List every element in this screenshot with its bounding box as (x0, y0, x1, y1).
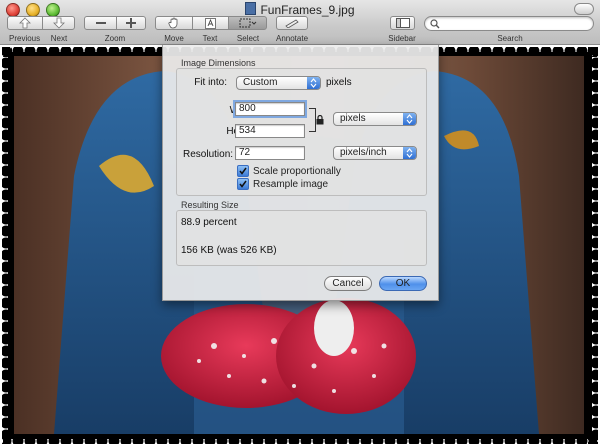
image-dimensions-title: Image Dimensions (181, 58, 256, 68)
scale-proportionally-label: Scale proportionally (253, 165, 341, 177)
scale-proportionally-checkbox[interactable]: Scale proportionally (237, 165, 341, 177)
height-field[interactable]: 534 (235, 124, 305, 138)
search-icon (430, 19, 440, 29)
sidebar-button[interactable] (390, 16, 415, 30)
resulting-size-title: Resulting Size (181, 200, 239, 210)
chevron-updown-icon (403, 113, 416, 125)
width-field[interactable]: 800 (233, 100, 307, 118)
resulting-percent: 88.9 percent (181, 217, 237, 228)
resulting-file-size: 156 KB (was 526 KB) (181, 245, 277, 256)
chevron-updown-icon (403, 147, 416, 159)
select-tool-button[interactable] (228, 16, 267, 30)
select-label: Select (236, 34, 260, 43)
cancel-button[interactable]: Cancel (324, 276, 372, 291)
adjust-size-sheet: Image Dimensions Fit into: Custom pixels… (162, 45, 439, 301)
hand-icon (168, 17, 178, 29)
lock-icon[interactable] (316, 115, 324, 125)
annotate-label: Annotate (275, 34, 309, 43)
window-title: FunFrames_9.jpg (0, 2, 600, 17)
previous-label: Previous (9, 34, 41, 43)
checkmark-icon (237, 165, 249, 177)
link-bracket (309, 108, 316, 132)
resolution-field[interactable]: 72 (235, 146, 305, 160)
checkmark-icon (237, 178, 249, 190)
sidebar-label: Sidebar (388, 34, 416, 43)
text-label: Text (202, 34, 218, 43)
fit-into-select-value: Custom (243, 77, 278, 88)
next-label: Next (50, 34, 68, 43)
next-button[interactable] (42, 16, 75, 30)
resolution-unit-value: pixels/inch (340, 147, 387, 158)
move-tool-button[interactable] (155, 16, 193, 30)
chevron-updown-icon (307, 77, 320, 89)
toolbar: FunFrames_9.jpg Previous Next Zoom Move (0, 0, 600, 45)
rectangle-select-icon (239, 18, 256, 28)
arrow-down-icon (52, 17, 65, 29)
plus-icon (126, 18, 136, 28)
dimension-unit-value: pixels (340, 113, 366, 124)
zoom-out-button[interactable] (84, 16, 117, 30)
move-label: Move (164, 34, 184, 43)
resolution-label: Resolution: (183, 149, 234, 160)
search-field[interactable] (424, 16, 594, 31)
dimension-unit-select[interactable]: pixels (333, 112, 417, 126)
preview-window: FunFrames_9.jpg Previous Next Zoom Move (0, 0, 600, 446)
minus-icon (95, 22, 106, 24)
fit-into-unit: pixels (326, 77, 352, 88)
text-cursor-icon (205, 17, 216, 29)
zoom-label: Zoom (104, 34, 126, 43)
fit-into-select[interactable]: Custom (236, 76, 321, 90)
annotate-button[interactable] (276, 16, 308, 30)
resolution-unit-select[interactable]: pixels/inch (333, 146, 417, 160)
previous-button[interactable] (7, 16, 43, 30)
arrow-up-icon (19, 17, 31, 29)
resample-image-checkbox[interactable]: Resample image (237, 178, 328, 190)
resample-image-label: Resample image (253, 178, 329, 190)
sidebar-icon (395, 18, 410, 28)
pen-icon (285, 19, 299, 28)
window-title-text: FunFrames_9.jpg (260, 3, 355, 17)
text-tool-button[interactable] (192, 16, 229, 30)
search-label: Search (497, 34, 523, 43)
zoom-in-button[interactable] (116, 16, 146, 30)
ok-button[interactable]: OK (379, 276, 427, 291)
fit-into-label: Fit into: (194, 77, 227, 88)
toolbar-toggle-button[interactable] (574, 3, 594, 15)
jpeg-document-icon (245, 2, 257, 15)
